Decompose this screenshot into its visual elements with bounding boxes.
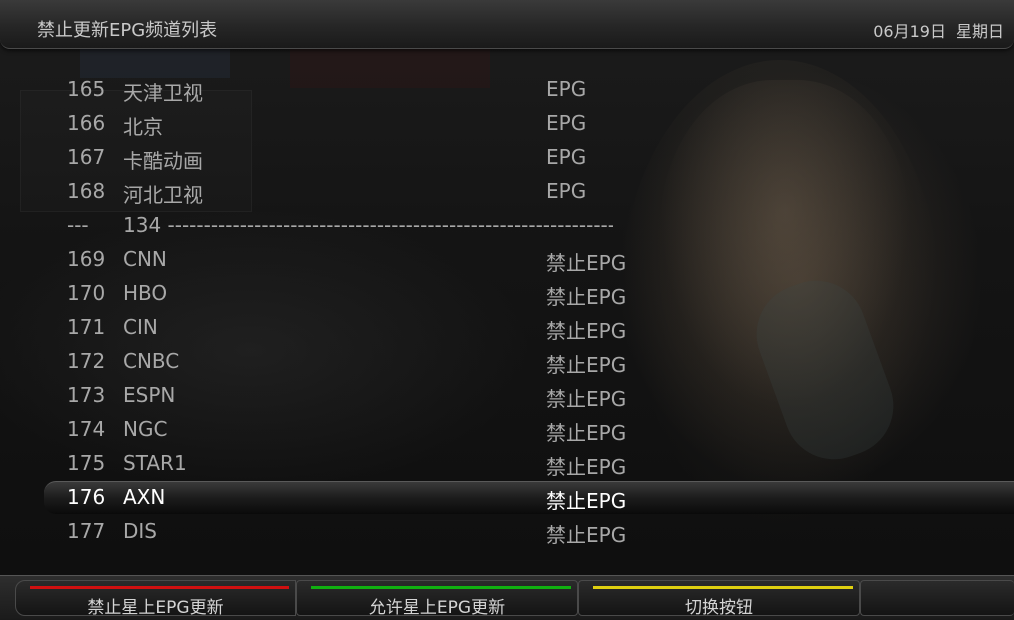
channel-number: 171 — [67, 315, 106, 339]
channel-name: NGC — [123, 417, 168, 441]
epg-status: 禁止EPG — [546, 251, 627, 275]
channel-number: 172 — [67, 349, 106, 373]
yellow-button-toggle[interactable]: 切换按钮 — [578, 580, 860, 618]
channel-name: 北京 — [123, 115, 163, 139]
channel-name: CIN — [123, 315, 158, 339]
channel-number: 175 — [67, 451, 106, 475]
epg-status: EPG — [546, 111, 587, 135]
channel-number: 168 — [67, 179, 106, 203]
weekday-text: 星期日 — [955, 22, 1004, 41]
epg-status: EPG — [546, 145, 587, 169]
channel-name: HBO — [123, 281, 168, 305]
channel-name: AXN — [123, 485, 166, 509]
channel-number: 169 — [67, 247, 106, 271]
epg-status: 禁止EPG — [546, 353, 627, 377]
header-bar: 禁止更新EPG频道列表 06月19日 星期日 — [0, 0, 1014, 49]
yellow-indicator-bar — [593, 586, 853, 589]
channel-number: 166 — [67, 111, 106, 135]
footer-bar: 禁止星上EPG更新 允许星上EPG更新 切换按钮 — [0, 575, 1014, 620]
epg-status: 禁止EPG — [546, 455, 627, 479]
date-text: 06月19日 — [873, 22, 946, 41]
red-indicator-bar — [30, 586, 289, 589]
date-display: 06月19日 星期日 — [873, 18, 1004, 42]
channel-number: 167 — [67, 145, 106, 169]
channel-row[interactable]: 177 DIS 禁止EPG — [0, 514, 1014, 548]
channel-name: CNN — [123, 247, 167, 271]
channel-row[interactable]: 167 卡酷动画 EPG — [0, 140, 1014, 174]
channel-number: 176 — [67, 485, 106, 509]
channel-name: 卡酷动画 — [123, 149, 203, 173]
channel-name: ESPN — [123, 383, 176, 407]
channel-number: 173 — [67, 383, 106, 407]
channel-row[interactable]: 174 NGC 禁止EPG — [0, 412, 1014, 446]
green-indicator-bar — [311, 586, 571, 589]
epg-status: 禁止EPG — [546, 285, 627, 309]
channel-row[interactable]: 171 CIN 禁止EPG — [0, 310, 1014, 344]
channel-row[interactable]: 173 ESPN 禁止EPG — [0, 378, 1014, 412]
group-divider-row[interactable]: --- 134 ---------------------------------… — [0, 208, 1014, 242]
epg-status: EPG — [546, 77, 587, 101]
page-title: 禁止更新EPG频道列表 — [37, 20, 218, 41]
epg-status: 禁止EPG — [546, 319, 627, 343]
epg-status: 禁止EPG — [546, 421, 627, 445]
channel-name: 河北卫视 — [123, 183, 203, 207]
channel-name: 134 ------------------------------------… — [123, 213, 613, 237]
channel-row[interactable]: 172 CNBC 禁止EPG — [0, 344, 1014, 378]
channel-list[interactable]: 165 天津卫视 EPG 166 北京 EPG 167 卡酷动画 EPG 168 河北卫视 EPG --… — [0, 72, 1014, 548]
channel-row[interactable]: 175 STAR1 禁止EPG — [0, 446, 1014, 480]
channel-name: DIS — [123, 519, 157, 543]
red-button-disable-epg[interactable]: 禁止星上EPG更新 — [15, 580, 296, 618]
epg-status: 禁止EPG — [546, 489, 627, 513]
screen: 禁止更新EPG频道列表 06月19日 星期日 165 天津卫视 EPG 166 北京 EP… — [0, 0, 1014, 620]
channel-row[interactable]: 165 天津卫视 EPG — [0, 72, 1014, 106]
channel-number: 165 — [67, 77, 106, 101]
channel-name: STAR1 — [123, 451, 187, 475]
channel-row[interactable]: 169 CNN 禁止EPG — [0, 242, 1014, 276]
channel-row[interactable]: 170 HBO 禁止EPG — [0, 276, 1014, 310]
channel-name: 天津卫视 — [123, 81, 203, 105]
channel-row[interactable]: 168 河北卫视 EPG — [0, 174, 1014, 208]
epg-status: 禁止EPG — [546, 387, 627, 411]
channel-row[interactable]: 166 北京 EPG — [0, 106, 1014, 140]
channel-number: 170 — [67, 281, 106, 305]
channel-row[interactable]: 176 AXN 禁止EPG — [0, 480, 1014, 514]
epg-status: EPG — [546, 179, 587, 203]
green-button-enable-epg[interactable]: 允许星上EPG更新 — [296, 580, 578, 618]
blank-button[interactable] — [860, 580, 1014, 616]
epg-status: 禁止EPG — [546, 523, 627, 547]
channel-number: 174 — [67, 417, 106, 441]
channel-number: 177 — [67, 519, 106, 543]
channel-name: CNBC — [123, 349, 180, 373]
channel-number: --- — [67, 213, 89, 237]
